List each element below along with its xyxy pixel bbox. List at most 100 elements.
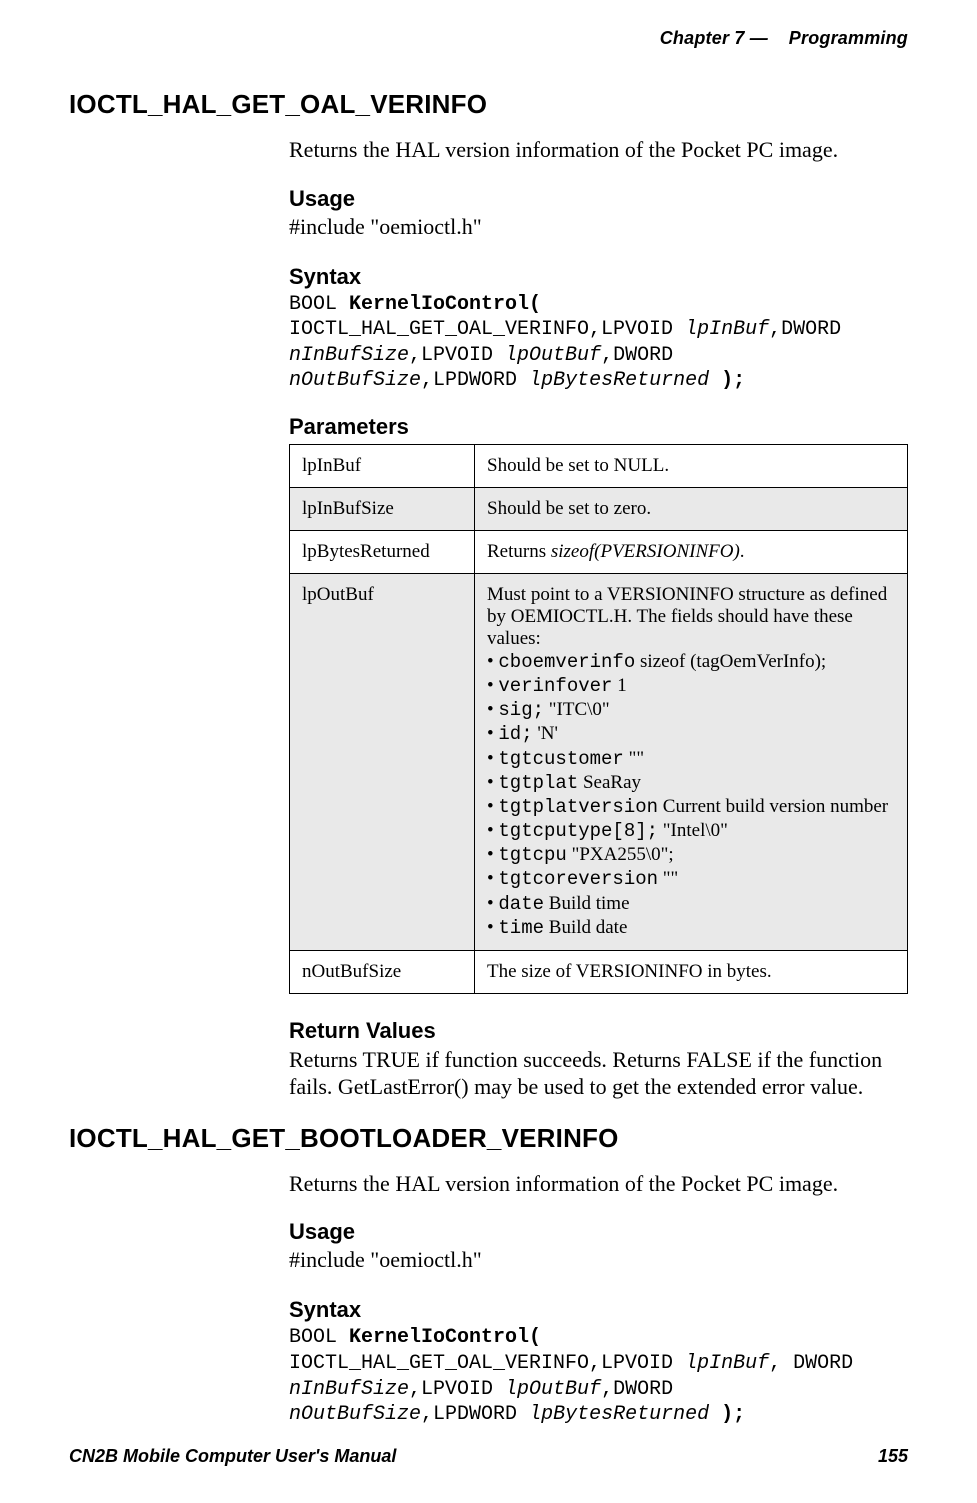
list-item: verinfover 1 — [487, 674, 895, 698]
syntax2-a4: nOutBufSize — [289, 1403, 421, 1426]
param-desc: Must point to a VERSIONINFO structure as… — [475, 573, 908, 950]
param-name: lpOutBuf — [290, 573, 475, 950]
page-footer: CN2B Mobile Computer User's Manual 155 — [69, 1446, 908, 1467]
list-item: time Build date — [487, 916, 895, 940]
section-heading-1: IOCTL_HAL_GET_OAL_VERINFO — [69, 89, 908, 120]
section1-intro: Returns the HAL version information of t… — [289, 136, 908, 164]
parameters-heading: Parameters — [289, 414, 908, 440]
param-name: lpInBuf — [290, 444, 475, 487]
code: verinfover — [498, 675, 612, 697]
text: "ITC\0" — [544, 699, 610, 720]
table-row: lpInBufSize Should be set to zero. — [290, 487, 908, 530]
text: "" — [658, 868, 678, 889]
param-name: lpBytesReturned — [290, 530, 475, 573]
param-desc: The size of VERSIONINFO in bytes. — [475, 950, 908, 993]
list-item: sig; "ITC\0" — [487, 698, 895, 722]
code: date — [498, 893, 544, 915]
param-bullets: cboemverinfo sizeof (tagOemVerInfo); ver… — [487, 650, 895, 940]
syntax1-a4: nOutBufSize — [289, 369, 421, 392]
return-text: Returns TRUE if function succeeds. Retur… — [289, 1046, 908, 1101]
syntax1-seg2: ,DWORD — [769, 318, 841, 341]
table-row: lpInBuf Should be set to NULL. — [290, 444, 908, 487]
text: Current build version number — [658, 796, 888, 817]
syntax2-seg2: , DWORD — [769, 1352, 853, 1375]
list-item: tgtcoreversion "" — [487, 867, 895, 891]
syntax-heading-2: Syntax — [289, 1297, 908, 1323]
usage-heading-2: Usage — [289, 1219, 908, 1245]
syntax1-func: KernelIoControl( — [349, 293, 541, 316]
syntax1-a2: nInBufSize — [289, 344, 409, 367]
syntax1-end: ); — [709, 369, 745, 392]
param-desc-post: . — [740, 541, 745, 562]
section-2-body: Returns the HAL version information of t… — [289, 1170, 908, 1428]
section-heading-2: IOCTL_HAL_GET_BOOTLOADER_VERINFO — [69, 1123, 908, 1154]
syntax1-seg1: IOCTL_HAL_GET_OAL_VERINFO,LPVOID — [289, 318, 685, 341]
syntax2-end: ); — [709, 1403, 745, 1426]
syntax-heading-1: Syntax — [289, 264, 908, 290]
syntax1-seg4: ,DWORD — [601, 344, 673, 367]
syntax2-a2: nInBufSize — [289, 1378, 409, 1401]
code: cboemverinfo — [498, 651, 635, 673]
syntax2-a5: lpBytesReturned — [529, 1403, 709, 1426]
parameters-table: lpInBuf Should be set to NULL. lpInBufSi… — [289, 444, 908, 994]
text: Build time — [544, 893, 630, 914]
code: tgtcpu — [498, 844, 566, 866]
footer-manual-title: CN2B Mobile Computer User's Manual — [69, 1446, 396, 1467]
syntax2-prefix: BOOL — [289, 1326, 349, 1349]
syntax2-a1: lpInBuf — [685, 1352, 769, 1375]
list-item: id; 'N' — [487, 722, 895, 746]
list-item: tgtcpu "PXA255\0"; — [487, 843, 895, 867]
syntax1-seg5: ,LPDWORD — [421, 369, 529, 392]
syntax-code-1: BOOL KernelIoControl( IOCTL_HAL_GET_OAL_… — [289, 292, 908, 394]
text: 'N' — [533, 723, 558, 744]
code: id; — [498, 723, 532, 745]
syntax1-seg3: ,LPVOID — [409, 344, 505, 367]
usage-text-1: #include "oemioctl.h" — [289, 214, 908, 240]
list-item: tgtcustomer "" — [487, 747, 895, 771]
syntax1-a5: lpBytesReturned — [529, 369, 709, 392]
table-row: lpOutBuf Must point to a VERSIONINFO str… — [290, 573, 908, 950]
list-item: tgtplatversion Current build version num… — [487, 795, 895, 819]
syntax2-seg4: ,DWORD — [601, 1378, 673, 1401]
param-desc-pre: Returns — [487, 541, 551, 562]
return-heading: Return Values — [289, 1018, 908, 1044]
text: SeaRay — [578, 772, 641, 793]
code: tgtcustomer — [498, 748, 623, 770]
syntax2-a3: lpOutBuf — [505, 1378, 601, 1401]
usage-heading-1: Usage — [289, 186, 908, 212]
code: tgtcoreversion — [498, 868, 658, 890]
list-item: cboemverinfo sizeof (tagOemVerInfo); — [487, 650, 895, 674]
text: "Intel\0" — [658, 820, 728, 841]
text: Build date — [544, 917, 627, 938]
syntax2-seg5: ,LPDWORD — [421, 1403, 529, 1426]
text: 1 — [612, 675, 626, 696]
usage-text-2: #include "oemioctl.h" — [289, 1247, 908, 1273]
list-item: tgtcputype[8]; "Intel\0" — [487, 819, 895, 843]
param-desc-em: sizeof(PVERSIONINFO) — [551, 541, 740, 562]
text: "" — [624, 748, 644, 769]
code: sig; — [498, 699, 544, 721]
chapter-label: Chapter 7 — — [660, 28, 768, 48]
section-1-body: Returns the HAL version information of t… — [289, 136, 908, 1101]
chapter-title: Programming — [789, 28, 908, 48]
syntax2-func: KernelIoControl( — [349, 1326, 541, 1349]
code: tgtcputype[8]; — [498, 820, 658, 842]
table-row: lpBytesReturned Returns sizeof(PVERSIONI… — [290, 530, 908, 573]
param-desc: Should be set to zero. — [475, 487, 908, 530]
syntax-code-2: BOOL KernelIoControl( IOCTL_HAL_GET_OAL_… — [289, 1325, 908, 1427]
text: sizeof (tagOemVerInfo); — [635, 651, 826, 672]
syntax1-prefix: BOOL — [289, 293, 349, 316]
text: "PXA255\0"; — [567, 844, 674, 865]
param-desc: Returns sizeof(PVERSIONINFO). — [475, 530, 908, 573]
param-name: lpInBufSize — [290, 487, 475, 530]
page: Chapter 7 — Programming IOCTL_HAL_GET_OA… — [0, 0, 977, 1503]
syntax1-a3: lpOutBuf — [505, 344, 601, 367]
table-row: nOutBufSize The size of VERSIONINFO in b… — [290, 950, 908, 993]
code: time — [498, 917, 544, 939]
syntax1-a1: lpInBuf — [685, 318, 769, 341]
section2-intro: Returns the HAL version information of t… — [289, 1170, 908, 1198]
running-header: Chapter 7 — Programming — [69, 28, 908, 49]
code: tgtplat — [498, 772, 578, 794]
param-name: nOutBufSize — [290, 950, 475, 993]
syntax2-seg1: IOCTL_HAL_GET_OAL_VERINFO,LPVOID — [289, 1352, 685, 1375]
